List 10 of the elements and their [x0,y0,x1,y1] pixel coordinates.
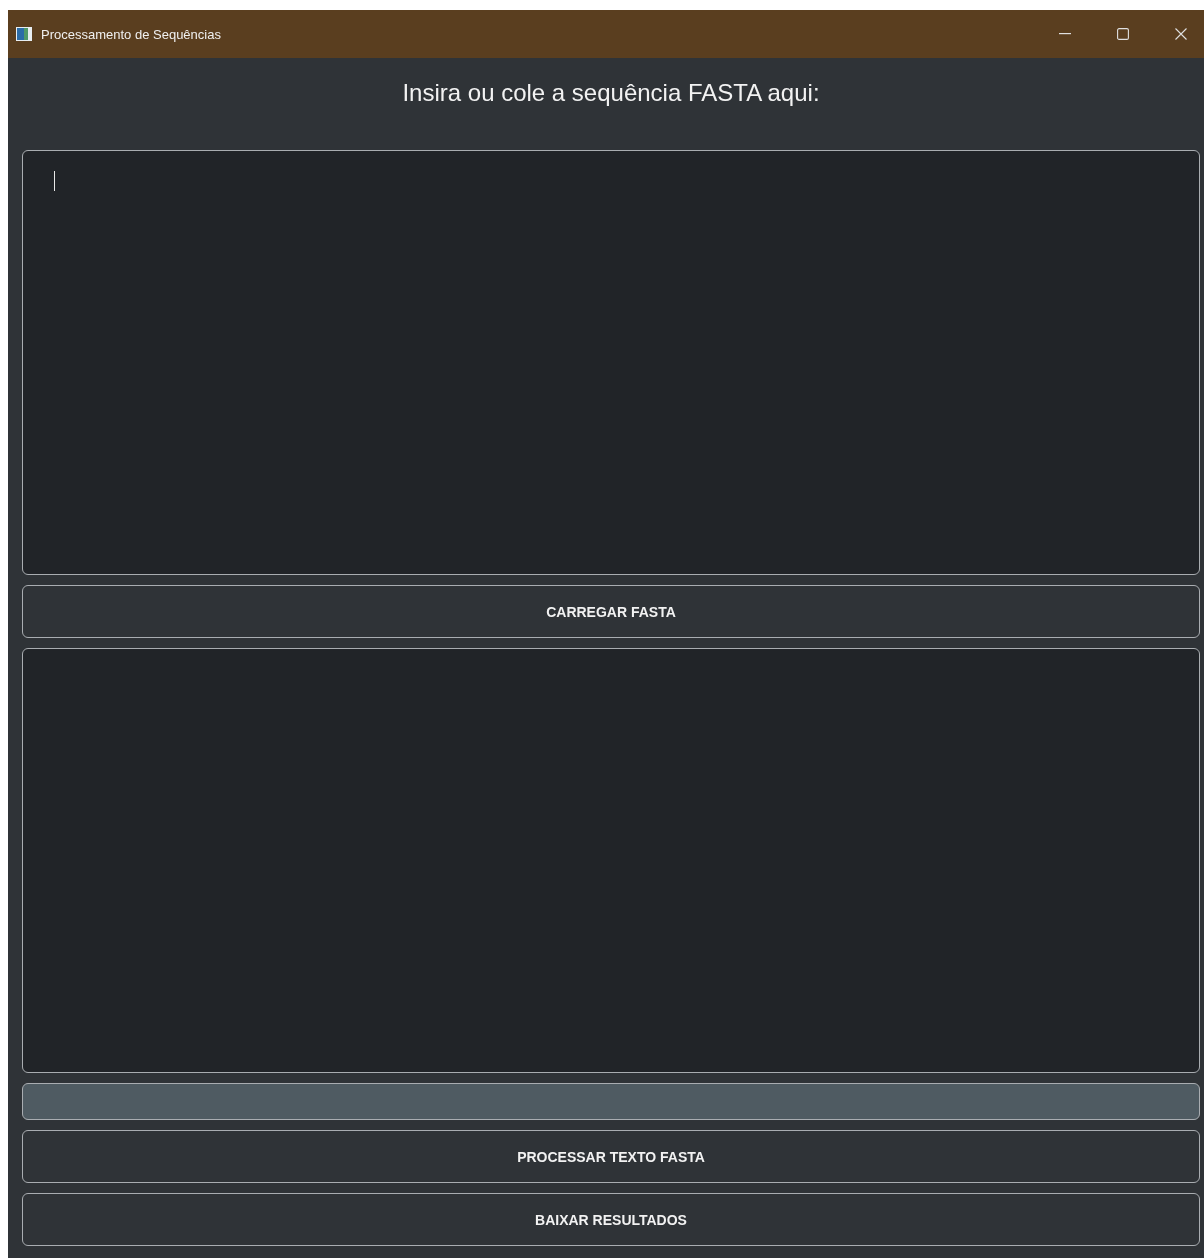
app-icon [16,27,32,41]
maximize-icon[interactable] [1117,28,1129,40]
input-text-area[interactable] [22,150,1200,575]
heading-text: Insira ou cole a sequência FASTA aqui: [401,78,821,108]
window-title: Processamento de Sequências [41,26,221,42]
load-fasta-button[interactable]: CARREGAR FASTA [22,585,1200,638]
download-button[interactable]: BAIXAR RESULTADOS [22,1193,1200,1246]
close-icon[interactable] [1175,28,1187,40]
process-button[interactable]: PROCESSAR TEXTO FASTA [22,1130,1200,1183]
minimize-icon[interactable] [1059,33,1071,35]
